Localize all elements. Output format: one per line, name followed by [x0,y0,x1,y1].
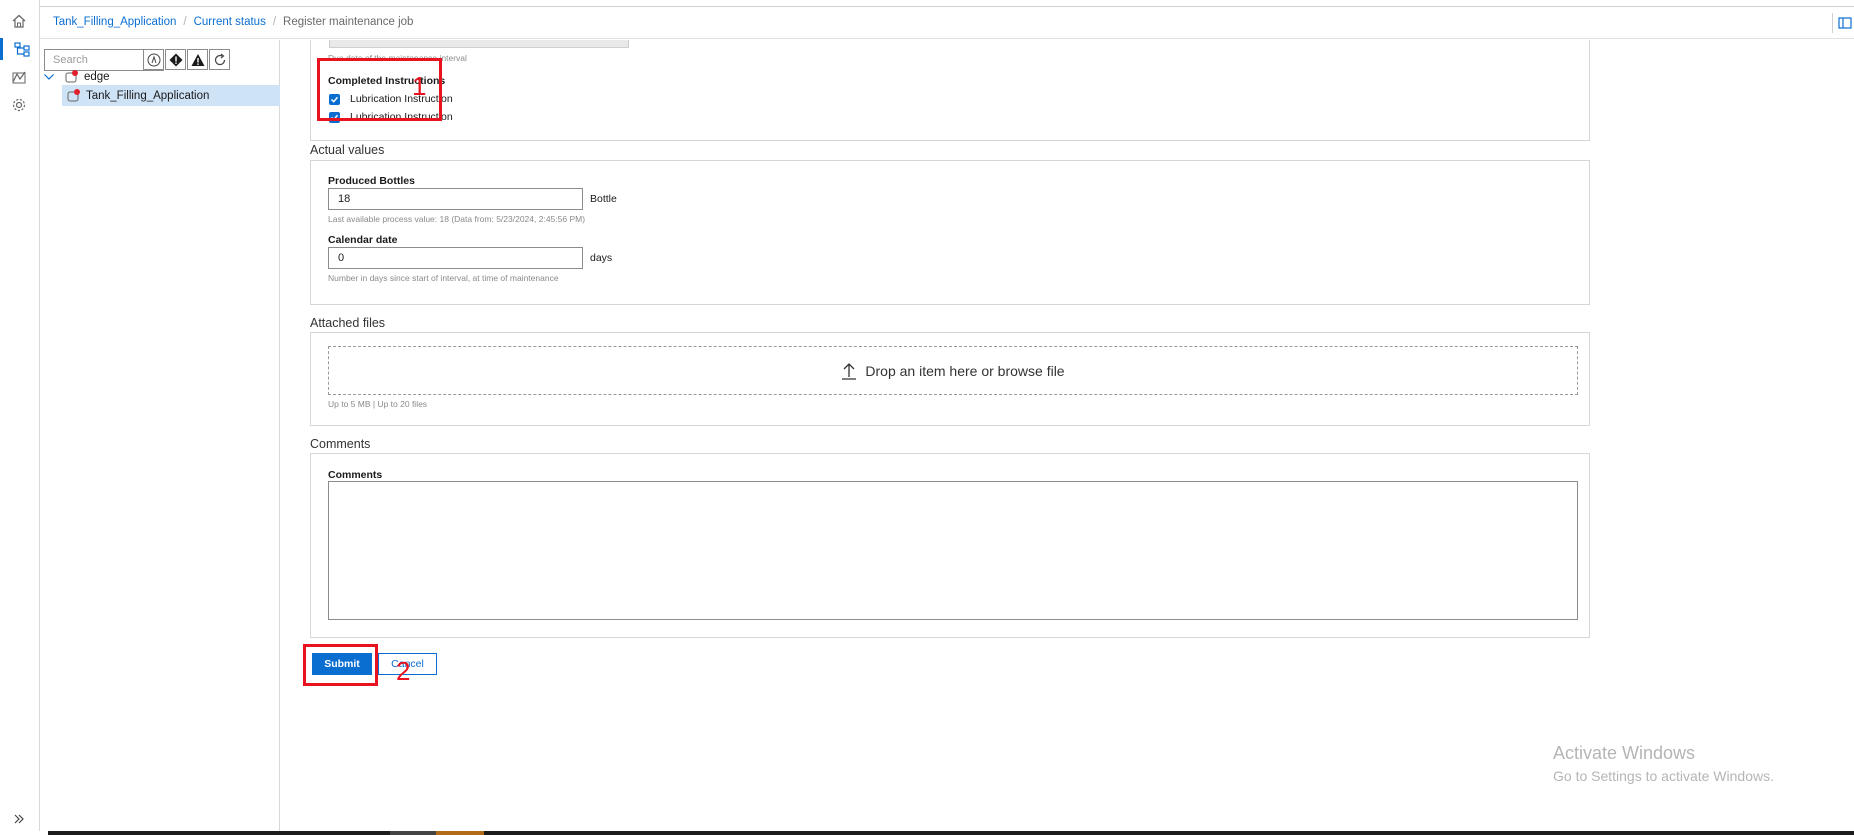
due-date-field [329,40,629,48]
calendar-date-input[interactable] [328,247,583,269]
device-status-icon [64,70,78,84]
breadcrumb-link-current-status[interactable]: Current status [194,16,266,28]
drop-zone-text: Drop an item here or browse file [865,362,1065,379]
expand-icon[interactable] [8,808,30,830]
tree-node-label: Tank_Filling_Application [86,89,210,102]
app-window: Tank_Filling_Application / Current status /… [0,0,1854,835]
comments-textarea[interactable] [328,481,1578,620]
actual-values-section [310,160,1590,305]
windows-watermark-title: Activate Windows [1553,743,1696,763]
tree-node-tank-filling-application[interactable]: Tank_Filling_Application [62,85,280,106]
header-bar: Tank_Filling_Application / Current status /… [40,6,1854,39]
calendar-date-hint: Number in days since start of interval, … [328,273,559,283]
taskbar-edge [0,831,1854,835]
produced-bottles-unit: Bottle [590,193,617,205]
actual-values-title: Actual values [310,143,385,157]
analytics-icon[interactable] [8,66,30,88]
tree-node-edge[interactable]: edge [40,67,240,87]
taskbar-segment [436,831,484,835]
chevron-down-icon[interactable] [43,71,57,83]
produced-bottles-input[interactable] [328,188,583,210]
due-date-section [310,40,1590,141]
comments-label: Comments [328,469,383,481]
windows-watermark-subtitle: Go to Settings to activate Windows. [1553,768,1774,784]
side-panel-toggle-icon[interactable] [1832,13,1854,33]
file-drop-zone[interactable]: Drop an item here or browse file [328,346,1578,395]
maintenance-form: Due date of the maintenance interval Com… [281,40,1854,832]
breadcrumb-separator: / [272,16,277,28]
annotation-label-1: 1 [412,71,427,101]
application-status-icon [66,88,80,103]
breadcrumb-link-application[interactable]: Tank_Filling_Application [53,16,176,28]
gear-icon[interactable] [8,94,30,116]
icon-rail [0,0,40,832]
asset-tree-panel: edge Tank_Filling_Application [40,40,280,832]
hierarchy-icon[interactable] [0,38,40,60]
calendar-date-label: Calendar date [328,234,398,246]
produced-bottles-label: Produced Bottles [328,175,415,187]
attached-files-hint: Up to 5 MB | Up to 20 files [328,399,428,409]
home-icon[interactable] [8,10,30,32]
upload-icon [841,362,857,380]
calendar-date-unit: days [590,252,613,264]
taskbar-segment [0,831,48,835]
annotation-box-submit [303,644,378,686]
breadcrumb: Tank_Filling_Application / Current status /… [53,16,413,28]
produced-bottles-hint: Last available process value: 18 (Data f… [328,214,586,224]
attached-files-title: Attached files [310,316,386,330]
tree-node-label: edge [84,71,110,83]
breadcrumb-current: Register maintenance job [283,16,414,28]
breadcrumb-separator: / [183,16,187,28]
taskbar-segment [390,831,436,835]
comments-title: Comments [310,437,371,451]
annotation-label-2: 2 [396,656,411,686]
